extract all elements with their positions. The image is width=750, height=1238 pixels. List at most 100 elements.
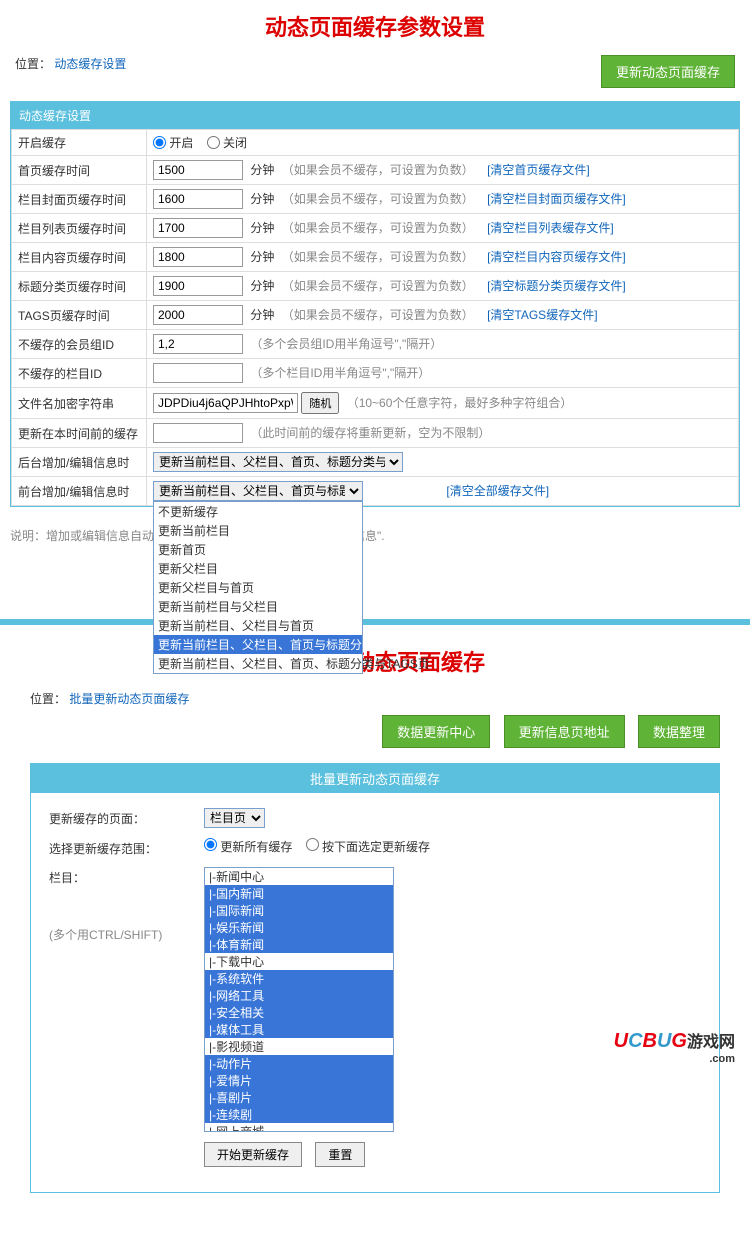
list-item[interactable]: |-爱情片 bbox=[205, 1072, 393, 1089]
label-enable: 开启缓存 bbox=[12, 130, 147, 156]
page-title-1: 动态页面缓存参数设置 bbox=[0, 0, 750, 52]
location-bar-1: 位置： 动态缓存设置 更新动态页面缓存 bbox=[0, 52, 750, 96]
hint: （如果会员不缓存，可设置为负数） bbox=[282, 308, 474, 322]
dropdown-option[interactable]: 更新父栏目 bbox=[154, 559, 362, 578]
unit: 分钟 bbox=[250, 221, 274, 235]
hint: （如果会员不缓存，可设置为负数） bbox=[282, 192, 474, 206]
frontend-dropdown-list[interactable]: 不更新缓存 更新当前栏目 更新首页 更新父栏目 更新父栏目与首页 更新当前栏目与… bbox=[153, 501, 363, 674]
clear-tag-link[interactable]: 清空标题分类页缓存文件 bbox=[487, 279, 626, 293]
clear-list-link[interactable]: 清空栏目列表缓存文件 bbox=[487, 221, 614, 235]
input-tag[interactable] bbox=[153, 276, 243, 296]
input-cover[interactable] bbox=[153, 189, 243, 209]
dropdown-option[interactable]: 更新当前栏目、父栏目与首页 bbox=[154, 616, 362, 635]
label-tag: 标题分类页缓存时间 bbox=[12, 272, 147, 301]
data-center-button[interactable]: 数据更新中心 bbox=[382, 715, 490, 748]
input-nogroup[interactable] bbox=[153, 334, 243, 354]
list-item[interactable]: |-动作片 bbox=[205, 1055, 393, 1072]
label-home: 首页缓存时间 bbox=[12, 156, 147, 185]
dropdown-option[interactable]: 更新当前栏目 bbox=[154, 521, 362, 540]
radio-off-label: 关闭 bbox=[223, 136, 247, 150]
random-button[interactable]: 随机 bbox=[301, 392, 339, 414]
batch-panel-header: 批量更新动态页面缓存 bbox=[31, 764, 719, 793]
unit: 分钟 bbox=[250, 192, 274, 206]
scope-label: 选择更新缓存范围： bbox=[49, 838, 194, 857]
col-label: 栏目： (多个用CTRL/SHIFT) bbox=[49, 867, 194, 943]
list-item[interactable]: |-安全相关 bbox=[205, 1004, 393, 1021]
list-item[interactable]: |-喜剧片 bbox=[205, 1089, 393, 1106]
hint: （如果会员不缓存，可设置为负数） bbox=[282, 250, 474, 264]
list-item[interactable]: |-系统软件 bbox=[205, 970, 393, 987]
column-listbox[interactable]: |-新闻中心 |-国内新闻 |-国际新闻 |-娱乐新闻 |-体育新闻 |-下载中… bbox=[204, 867, 394, 1132]
list-item[interactable]: |-国际新闻 bbox=[205, 902, 393, 919]
list-item[interactable]: |-体育新闻 bbox=[205, 936, 393, 953]
data-reorg-button[interactable]: 数据整理 bbox=[638, 715, 720, 748]
label-tags: TAGS页缓存时间 bbox=[12, 301, 147, 330]
clear-tags-link[interactable]: 清空TAGS缓存文件 bbox=[487, 308, 597, 322]
location-link[interactable]: 动态缓存设置 bbox=[54, 57, 126, 71]
hint: （多个会员组ID用半角逗号","隔开） bbox=[250, 337, 442, 351]
hint: （如果会员不缓存，可设置为负数） bbox=[282, 279, 474, 293]
start-update-button[interactable]: 开始更新缓存 bbox=[204, 1142, 302, 1167]
list-item[interactable]: |-连续剧 bbox=[205, 1106, 393, 1123]
input-home[interactable] bbox=[153, 160, 243, 180]
scope-all-label: 更新所有缓存 bbox=[220, 840, 292, 854]
list-item[interactable]: |-媒体工具 bbox=[205, 1021, 393, 1038]
update-info-url-button[interactable]: 更新信息页地址 bbox=[504, 715, 625, 748]
label-cover: 栏目封面页缓存时间 bbox=[12, 185, 147, 214]
settings-table: 开启缓存 开启 关闭 首页缓存时间 分钟 （如果会员不缓存，可设置为负数） 清空… bbox=[11, 129, 739, 506]
radio-scope-all[interactable] bbox=[204, 838, 217, 851]
input-list[interactable] bbox=[153, 218, 243, 238]
input-nocol[interactable] bbox=[153, 363, 243, 383]
label-content: 栏目内容页缓存时间 bbox=[12, 243, 147, 272]
label-backend: 后台增加/编辑信息时 bbox=[12, 448, 147, 477]
hint: （此时间前的缓存将重新更新，空为不限制） bbox=[250, 426, 490, 440]
action-button-row: 数据更新中心 更新信息页地址 数据整理 bbox=[0, 715, 750, 758]
list-item[interactable]: |-下载中心 bbox=[205, 953, 393, 970]
input-content[interactable] bbox=[153, 247, 243, 267]
radio-on[interactable] bbox=[153, 136, 166, 149]
scope-sel-label: 按下面选定更新缓存 bbox=[322, 840, 430, 854]
page-select[interactable]: 栏目页 bbox=[204, 808, 265, 828]
dropdown-option[interactable]: 更新当前栏目、父栏目、首页、标题分类与TAGS页 bbox=[154, 654, 362, 673]
hint: （10~60个任意字符，最好多种字符组合） bbox=[347, 396, 573, 410]
list-item[interactable]: |-新闻中心 bbox=[205, 868, 393, 885]
label-nogroup: 不缓存的会员组ID bbox=[12, 330, 147, 359]
dropdown-option[interactable]: 更新首页 bbox=[154, 540, 362, 559]
clear-all-link[interactable]: 清空全部缓存文件 bbox=[446, 484, 549, 498]
list-item[interactable]: |-网上商城 bbox=[205, 1123, 393, 1132]
clear-home-link[interactable]: 清空首页缓存文件 bbox=[487, 163, 590, 177]
hint: （如果会员不缓存，可设置为负数） bbox=[282, 163, 474, 177]
clear-cover-link[interactable]: 清空栏目封面页缓存文件 bbox=[487, 192, 626, 206]
label-nocol: 不缓存的栏目ID bbox=[12, 359, 147, 388]
label-encrypt: 文件名加密字符串 bbox=[12, 388, 147, 419]
settings-panel: 动态缓存设置 开启缓存 开启 关闭 首页缓存时间 分钟 （如果会员不缓存，可设置… bbox=[10, 101, 740, 507]
radio-scope-sel[interactable] bbox=[306, 838, 319, 851]
location-label: 位置： 动态缓存设置 bbox=[15, 55, 126, 72]
frontend-select[interactable]: 更新当前栏目、父栏目、首页与标题分类 bbox=[153, 481, 363, 501]
radio-off[interactable] bbox=[207, 136, 220, 149]
list-item[interactable]: |-影视频道 bbox=[205, 1038, 393, 1055]
location-bar-2: 位置： 批量更新动态页面缓存 bbox=[0, 687, 750, 715]
col-hint: (多个用CTRL/SHIFT) bbox=[49, 926, 194, 943]
backend-select[interactable]: 更新当前栏目、父栏目、首页、标题分类与TAGS页 bbox=[153, 452, 403, 472]
batch-panel: 批量更新动态页面缓存 更新缓存的页面： 栏目页 选择更新缓存范围： 更新所有缓存… bbox=[30, 763, 720, 1193]
list-item[interactable]: |-国内新闻 bbox=[205, 885, 393, 902]
update-cache-button[interactable]: 更新动态页面缓存 bbox=[601, 55, 735, 88]
list-item[interactable]: |-娱乐新闻 bbox=[205, 919, 393, 936]
location-link-2[interactable]: 批量更新动态页面缓存 bbox=[69, 692, 189, 706]
radio-on-label: 开启 bbox=[169, 136, 193, 150]
clear-content-link[interactable]: 清空栏目内容页缓存文件 bbox=[487, 250, 626, 264]
site-logo: UCBUG游戏网 .com bbox=[614, 1028, 735, 1065]
dropdown-option[interactable]: 更新当前栏目与父栏目 bbox=[154, 597, 362, 616]
label-before: 更新在本时间前的缓存 bbox=[12, 419, 147, 448]
input-before[interactable] bbox=[153, 423, 243, 443]
dropdown-option[interactable]: 更新父栏目与首页 bbox=[154, 578, 362, 597]
dropdown-option-selected[interactable]: 更新当前栏目、父栏目、首页与标题分类 bbox=[154, 635, 362, 654]
unit: 分钟 bbox=[250, 163, 274, 177]
divider bbox=[0, 619, 750, 625]
dropdown-option[interactable]: 不更新缓存 bbox=[154, 502, 362, 521]
reset-button[interactable]: 重置 bbox=[315, 1142, 365, 1167]
input-encrypt[interactable] bbox=[153, 393, 298, 413]
input-tags[interactable] bbox=[153, 305, 243, 325]
list-item[interactable]: |-网络工具 bbox=[205, 987, 393, 1004]
